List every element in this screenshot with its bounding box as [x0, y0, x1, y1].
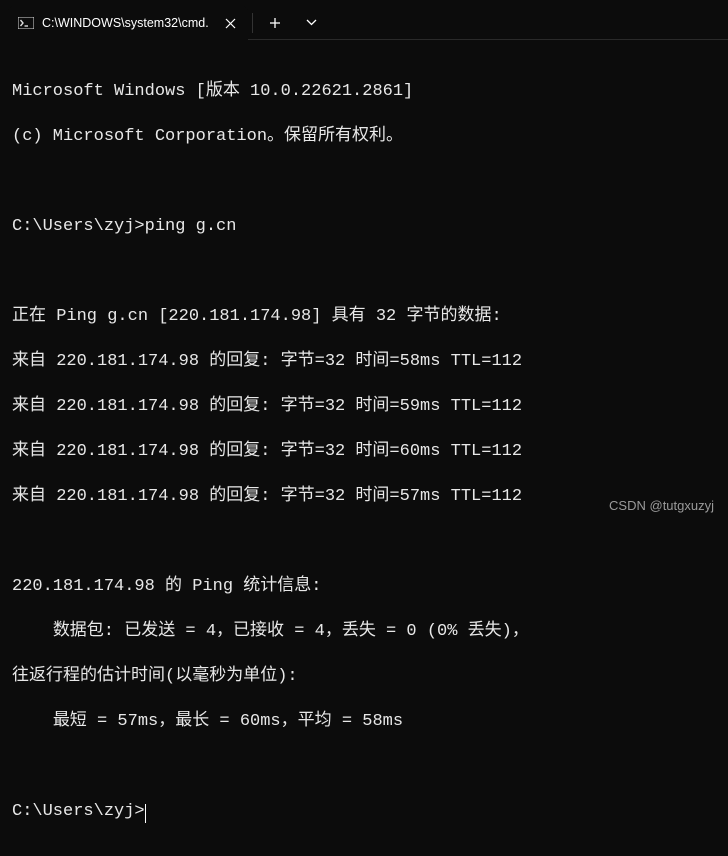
blank-line: [12, 171, 718, 194]
close-icon[interactable]: [222, 15, 238, 31]
cmd-icon: [18, 15, 34, 31]
terminal-output[interactable]: Microsoft Windows [版本 10.0.22621.2861] (…: [0, 44, 728, 856]
copyright-line: (c) Microsoft Corporation。保留所有权利。: [12, 126, 718, 149]
prompt-line: C:\Users\zyj>ping g.cn: [12, 216, 718, 239]
os-version-line: Microsoft Windows [版本 10.0.22621.2861]: [12, 81, 718, 104]
stats-rtt-header-line: 往返行程的估计时间(以毫秒为单位):: [12, 666, 718, 689]
blank-line: [12, 756, 718, 779]
ping-reply-line: 来自 220.181.174.98 的回复: 字节=32 时间=60ms TTL…: [12, 441, 718, 464]
tab-cmd[interactable]: C:\WINDOWS\system32\cmd.: [8, 6, 248, 40]
tabbar-rest: [248, 6, 728, 40]
ping-header-line: 正在 Ping g.cn [220.181.174.98] 具有 32 字节的数…: [12, 306, 718, 329]
title-bar: C:\WINDOWS\system32\cmd.: [0, 0, 728, 44]
ping-reply-line: 来自 220.181.174.98 的回复: 字节=32 时间=58ms TTL…: [12, 351, 718, 374]
ping-reply-line: 来自 220.181.174.98 的回复: 字节=32 时间=59ms TTL…: [12, 396, 718, 419]
tab-dropdown-button[interactable]: [293, 6, 329, 40]
tab-title: C:\WINDOWS\system32\cmd.: [42, 16, 214, 30]
blank-line: [12, 531, 718, 554]
watermark: CSDN @tutgxuzyj: [609, 498, 714, 513]
stats-packets-line: 数据包: 已发送 = 4，已接收 = 4，丢失 = 0 (0% 丢失)，: [12, 621, 718, 644]
prompt-text: C:\Users\zyj>: [12, 802, 145, 821]
cursor: [145, 804, 147, 823]
prompt-line: C:\Users\zyj>: [12, 801, 718, 824]
stats-rtt-line: 最短 = 57ms，最长 = 60ms，平均 = 58ms: [12, 711, 718, 734]
blank-line: [12, 261, 718, 284]
tab-divider: [252, 13, 253, 33]
stats-header-line: 220.181.174.98 的 Ping 统计信息:: [12, 576, 718, 599]
new-tab-button[interactable]: [257, 6, 293, 40]
